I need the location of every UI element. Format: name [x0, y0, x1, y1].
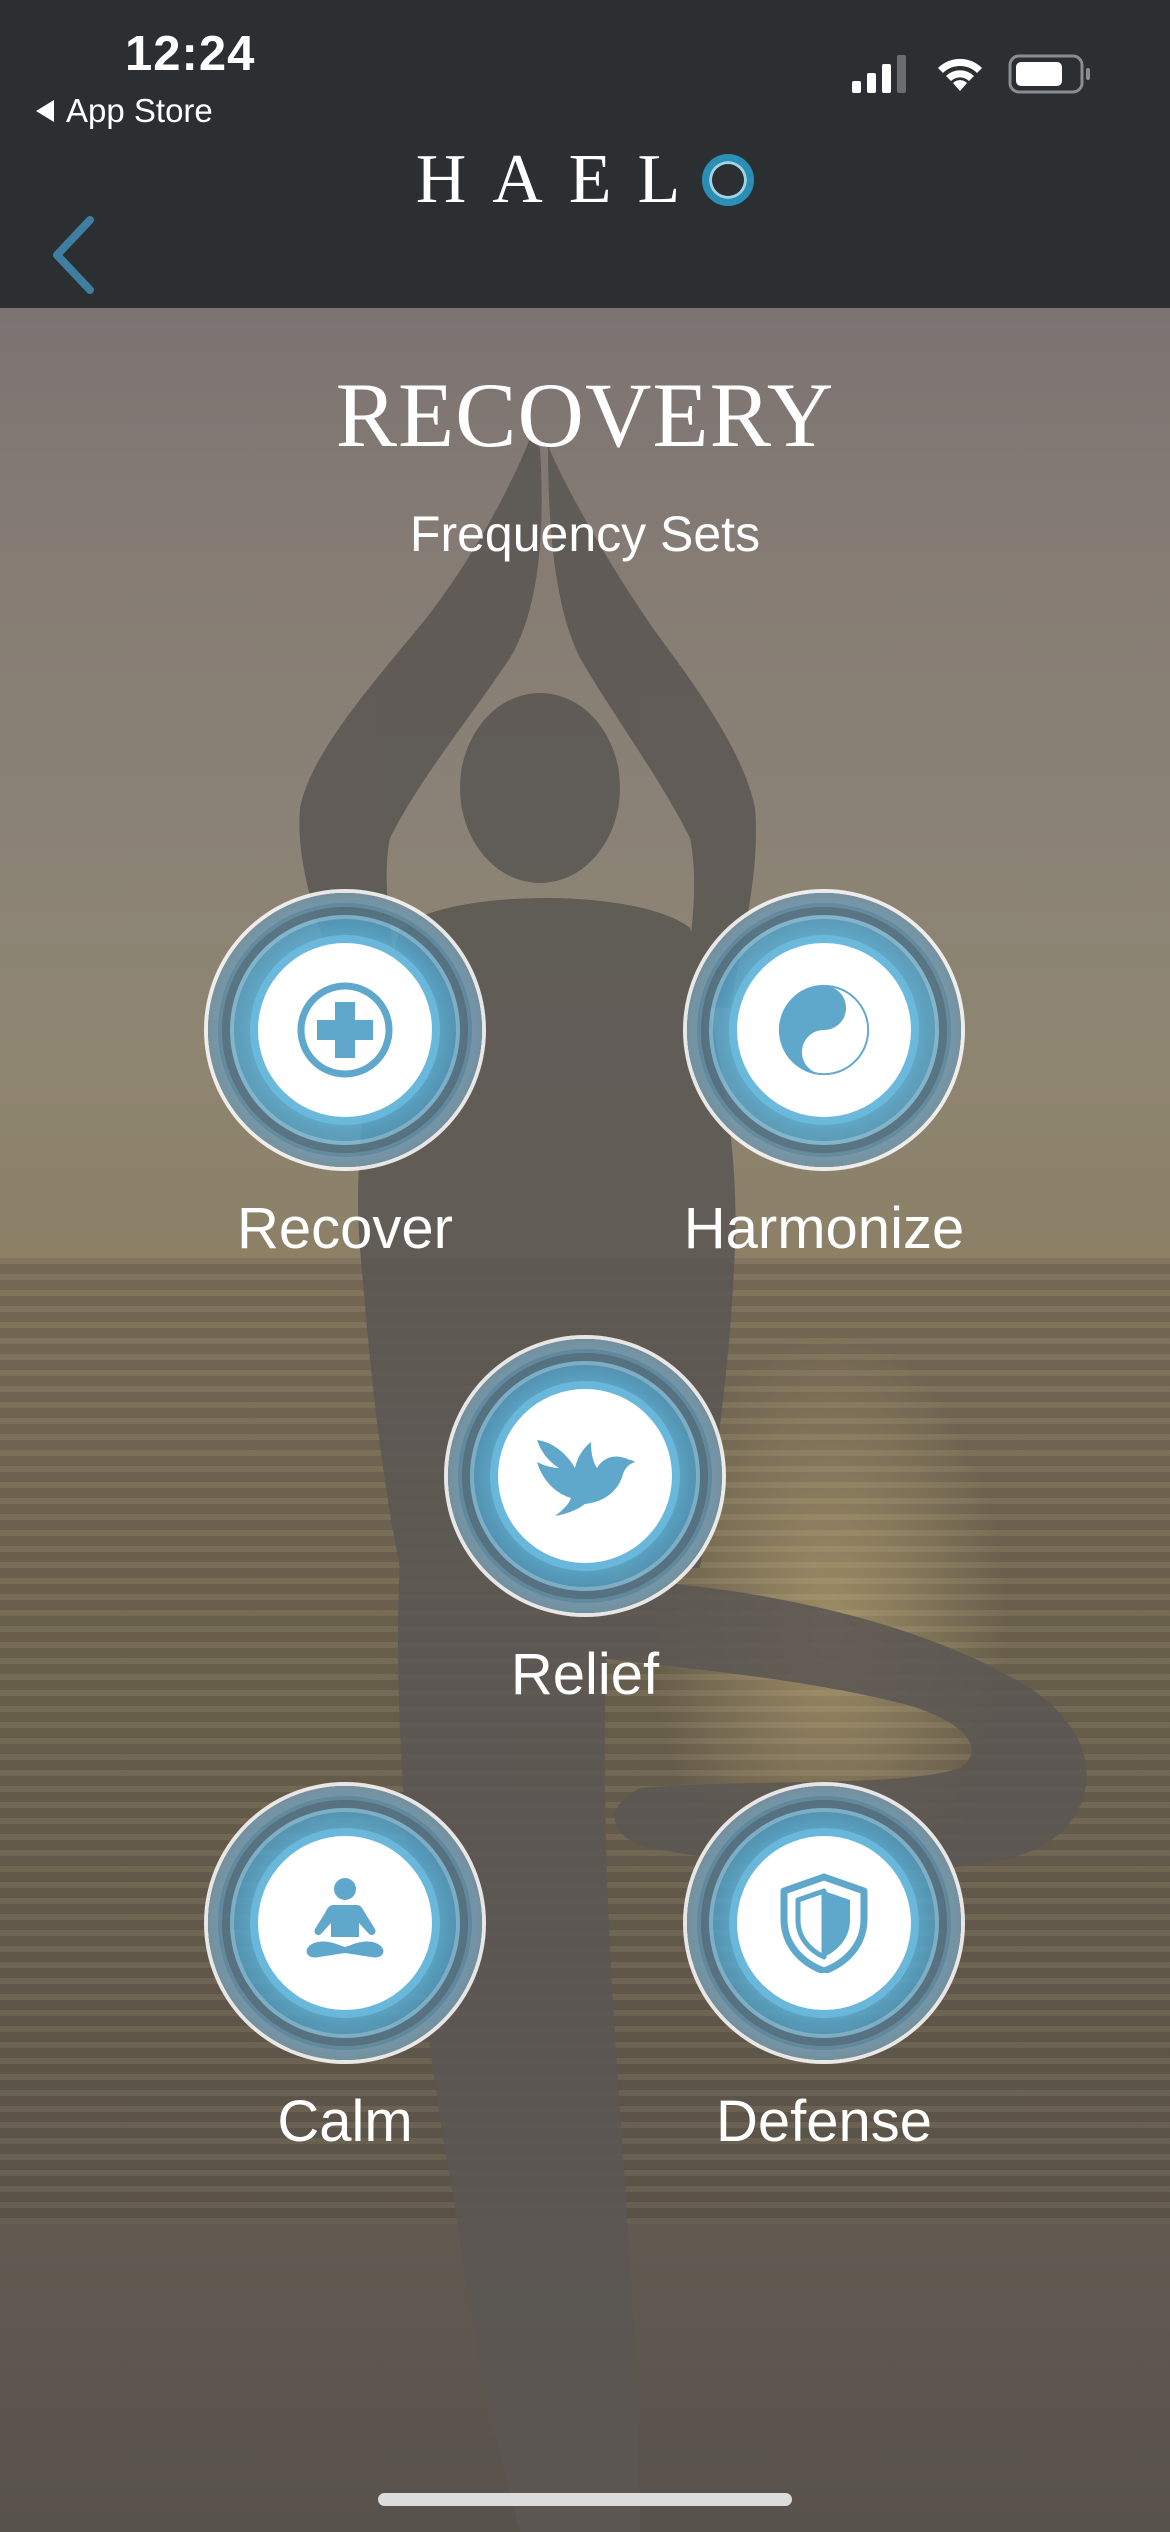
home-indicator[interactable] [378, 2493, 792, 2506]
set-disc [737, 943, 911, 1117]
meditation-icon [306, 1878, 384, 1958]
yin-yang-icon [778, 984, 870, 1076]
set-label-defense: Defense [715, 2089, 933, 2154]
wifi-icon [938, 58, 982, 91]
set-ring [448, 1339, 722, 1613]
back-app-label: App Store [66, 92, 213, 129]
brand-text: HAEL [415, 141, 707, 218]
screen: 12:24 App Store HAEL RECOVERY Frequency … [0, 0, 1170, 2532]
set-label-harmonize: Harmonize [683, 1196, 965, 1261]
set-ring [687, 1786, 961, 2060]
set-label-calm: Calm [277, 2089, 413, 2154]
set-defense[interactable]: Defense [624, 1786, 1024, 2155]
set-calm[interactable]: Calm [145, 1786, 545, 2155]
set-recover[interactable]: Recover [145, 893, 545, 1262]
brand-logo: HAEL O [0, 140, 1170, 220]
set-relief[interactable]: Relief [385, 1339, 785, 1708]
back-to-app-store[interactable]: App Store [36, 92, 213, 130]
set-harmonize[interactable]: Harmonize [624, 893, 1024, 1262]
app-header: 12:24 App Store HAEL [0, 0, 1170, 308]
set-ring [687, 893, 961, 1167]
page-title: RECOVERY [335, 364, 835, 466]
back-arrow-icon[interactable] [45, 210, 105, 300]
shield-icon [780, 1873, 868, 1973]
brand-o-ring: O [702, 154, 755, 206]
set-label-recover: Recover [237, 1196, 453, 1261]
set-ring [208, 893, 482, 1167]
back-triangle-icon [36, 100, 54, 122]
page-subtitle: Frequency Sets [409, 506, 761, 562]
set-disc [498, 1389, 672, 1563]
medical-cross-icon [297, 982, 393, 1078]
status-icons [852, 54, 1092, 94]
set-disc [737, 1836, 911, 2010]
battery-icon [1008, 54, 1090, 94]
status-time: 12:24 [125, 27, 256, 81]
set-label-relief: Relief [510, 1642, 660, 1707]
set-disc [258, 1836, 432, 2010]
set-disc [258, 943, 432, 1117]
signal-icon [852, 55, 906, 93]
set-ring [208, 1786, 482, 2060]
dove-icon [537, 1440, 635, 1516]
